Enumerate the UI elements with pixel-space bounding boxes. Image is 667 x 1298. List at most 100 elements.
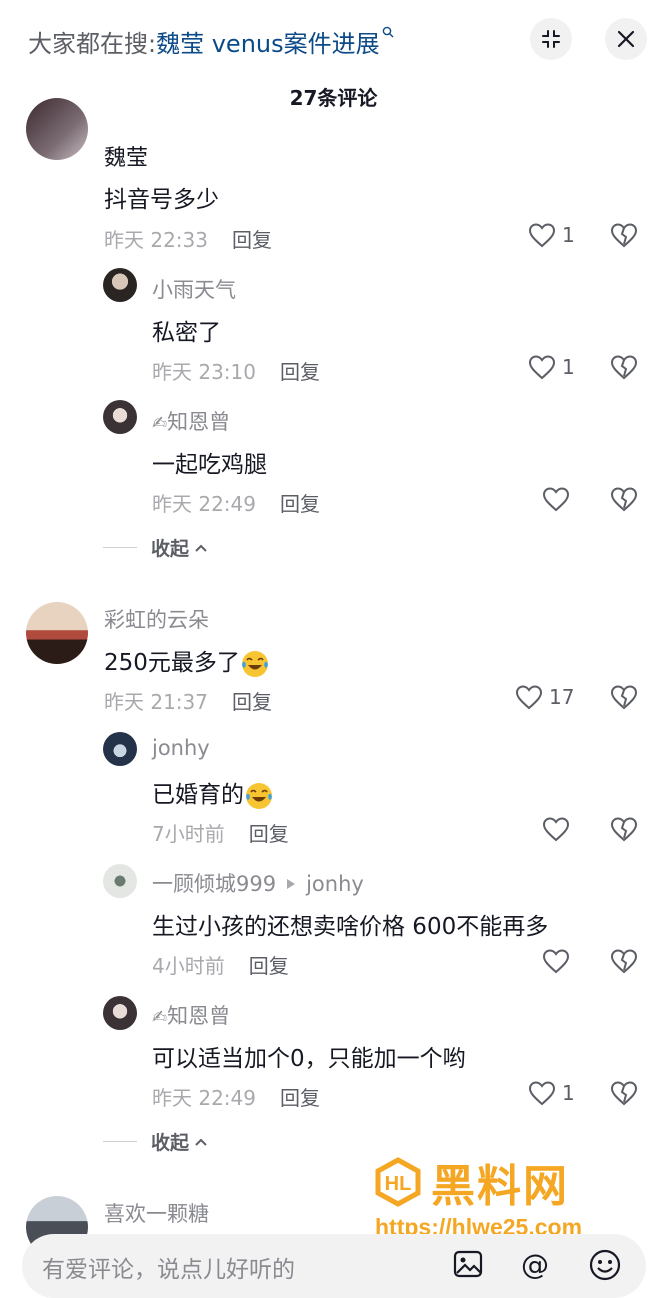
heart-icon	[515, 685, 543, 710]
comment-username[interactable]: 彩虹的云朵	[104, 604, 209, 634]
broken-heart-icon	[610, 817, 638, 842]
like-button[interactable]	[542, 816, 570, 842]
comment-input-bar[interactable]: 有爱评论，说点儿好听的 @	[22, 1234, 646, 1298]
comment-username[interactable]: jonhy	[152, 736, 210, 760]
avatar[interactable]	[103, 996, 137, 1030]
avatar[interactable]	[103, 864, 137, 898]
like-button[interactable]	[542, 948, 570, 974]
collapse-label: 收起	[151, 1132, 190, 1154]
comment-text: 抖音号多少	[104, 187, 219, 213]
broken-heart-icon	[610, 685, 638, 710]
comment-username[interactable]: ✍知恩曾	[152, 406, 230, 436]
laugh-cry-emoji-icon	[241, 650, 268, 677]
avatar[interactable]	[103, 268, 137, 302]
like-count: 17	[549, 685, 575, 709]
avatar[interactable]	[26, 98, 88, 160]
heart-icon	[528, 223, 556, 248]
comment-time: 4小时前	[152, 954, 225, 978]
comment-meta: 昨天 22:49 回复	[152, 488, 320, 517]
collapse-replies-button[interactable]: 收起	[103, 534, 209, 561]
collapse-replies-button[interactable]: 收起	[103, 1128, 209, 1155]
comment-time: 昨天 23:10	[152, 360, 256, 384]
comment-count: 27条评论	[289, 86, 378, 110]
like-count: 1	[562, 223, 575, 247]
dislike-button[interactable]	[610, 816, 638, 846]
comment-meta: 7小时前 回复	[152, 818, 289, 847]
hot-search-bar[interactable]: 大家都在搜: 魏莹 venus案件进展	[28, 24, 394, 59]
dislike-button[interactable]	[610, 1080, 638, 1110]
divider	[103, 547, 137, 548]
broken-heart-icon	[610, 487, 638, 512]
comment-meta: 昨天 22:49 回复	[152, 1082, 320, 1111]
comment-input[interactable]: 有爱评论，说点儿好听的	[42, 1250, 295, 1284]
minimize-button[interactable]	[530, 18, 572, 60]
chevron-up-icon	[195, 544, 207, 552]
avatar[interactable]	[26, 602, 88, 664]
dislike-button[interactable]	[610, 354, 638, 384]
watermark-logo-icon: HL	[375, 1157, 421, 1207]
reply-button[interactable]: 回复	[232, 690, 272, 714]
comment-time: 昨天 21:37	[104, 690, 208, 714]
close-icon	[617, 30, 635, 48]
comment-meta: 昨天 21:37 回复	[104, 686, 272, 715]
comment-time: 昨天 22:49	[152, 492, 256, 516]
close-button[interactable]	[605, 18, 647, 60]
like-button[interactable]: 1	[528, 354, 575, 380]
reply-button[interactable]: 回复	[232, 228, 272, 252]
image-icon[interactable]	[452, 1248, 484, 1280]
comment-username[interactable]: 喜欢一颗糖	[104, 1198, 209, 1228]
reply-button[interactable]: 回复	[249, 822, 289, 846]
reply-button[interactable]: 回复	[280, 1086, 320, 1110]
heart-icon	[528, 355, 556, 380]
dislike-button[interactable]	[610, 684, 638, 714]
user-badge-icon: ✍	[152, 413, 168, 434]
comment-text: 生过小孩的还想卖啥价格 600不能再多	[152, 914, 549, 940]
comment-username[interactable]: ✍知恩曾	[152, 1000, 230, 1030]
broken-heart-icon	[610, 223, 638, 248]
dislike-button[interactable]	[610, 222, 638, 252]
collapse-arrows-icon	[542, 30, 560, 48]
comment-meta: 昨天 23:10 回复	[152, 356, 320, 385]
heart-icon	[542, 949, 570, 974]
reply-arrow-icon	[287, 879, 296, 889]
comment-text: 已婚育的	[152, 775, 274, 811]
hot-search-prefix: 大家都在搜:	[28, 30, 157, 58]
comment-meta: 4小时前 回复	[152, 950, 289, 979]
watermark-brand: 黑料网	[431, 1161, 569, 1212]
reply-to-username[interactable]: jonhy	[306, 872, 364, 896]
comment-username[interactable]: 小雨天气	[152, 274, 236, 304]
comment-time: 7小时前	[152, 822, 225, 846]
heart-icon	[528, 1081, 556, 1106]
reply-button[interactable]: 回复	[280, 492, 320, 516]
comment-text: 一起吃鸡腿	[152, 452, 267, 478]
divider	[103, 1141, 137, 1142]
user-badge-icon: ✍	[152, 1007, 168, 1028]
like-count: 1	[562, 355, 575, 379]
like-button[interactable]: 1	[528, 1080, 575, 1106]
broken-heart-icon	[610, 1081, 638, 1106]
like-button[interactable]: 1	[528, 222, 575, 248]
dislike-button[interactable]	[610, 948, 638, 978]
svg-text:@: @	[521, 1248, 549, 1281]
emoji-icon[interactable]	[588, 1248, 622, 1282]
comment-username[interactable]: 魏莹	[104, 140, 148, 172]
dislike-button[interactable]	[610, 486, 638, 516]
heart-icon	[542, 817, 570, 842]
avatar[interactable]	[103, 400, 137, 434]
comment-text: 可以适当加个0，只能加一个哟	[152, 1046, 466, 1072]
watermark: HL 黑料网 https://hlwe25.com	[373, 1150, 631, 1240]
broken-heart-icon	[610, 949, 638, 974]
chevron-up-icon	[195, 1138, 207, 1146]
like-count: 1	[562, 1081, 575, 1105]
comment-time: 昨天 22:49	[152, 1086, 256, 1110]
mention-icon[interactable]: @	[518, 1248, 552, 1282]
svg-text:HL: HL	[385, 1173, 412, 1195]
reply-button[interactable]: 回复	[249, 954, 289, 978]
reply-button[interactable]: 回复	[280, 360, 320, 384]
comment-username[interactable]: 一顾倾城999 jonhy	[152, 868, 364, 898]
laugh-cry-emoji-icon	[246, 782, 272, 809]
hot-search-keyword[interactable]: 魏莹 venus案件进展	[156, 24, 380, 59]
like-button[interactable]	[542, 486, 570, 512]
like-button[interactable]: 17	[515, 684, 574, 710]
avatar[interactable]	[103, 732, 137, 766]
